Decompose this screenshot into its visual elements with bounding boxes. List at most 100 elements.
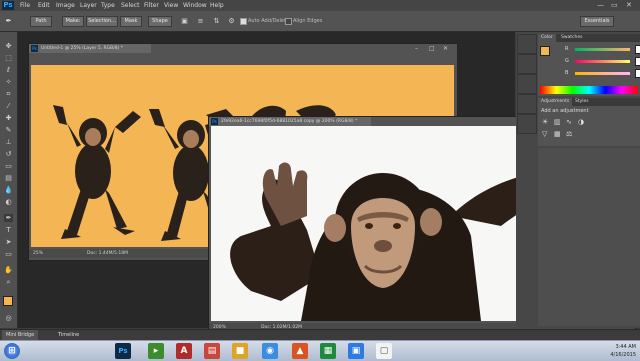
path-operations-icon[interactable]: ▣ [180,17,189,25]
color-spectrum-bar[interactable] [540,86,638,94]
r-slider[interactable] [575,48,630,51]
magic-wand-tool-icon[interactable]: ✧ [4,78,13,86]
layers-panel [538,148,640,326]
quick-mask-icon[interactable]: ◎ [4,314,13,322]
minimize-button[interactable]: — [597,0,604,11]
clone-stamp-tool-icon[interactable]: ⊥ [4,138,13,146]
path-selection-tool-icon[interactable]: ➤ [4,238,13,246]
make-button[interactable]: Make: [62,16,84,27]
doc1-maximize-icon[interactable]: □ [429,44,435,53]
eraser-tool-icon[interactable]: ▭ [4,162,13,170]
document-tab-untitled[interactable]: Ps Untitled-1 @ 25% (Layer 5, RGB/8) * [29,44,151,53]
taskbar-app-icon-6[interactable]: ▦ [320,343,336,359]
foreground-color-swatch[interactable] [3,296,13,306]
menu-bar: Ps File Edit Image Layer Type Select Fil… [0,0,640,11]
history-panel-icon[interactable] [517,34,537,54]
auto-add-delete-label: Auto Add/Delete [248,18,289,24]
document-title: 2fe92ea6-1cc7698f0f5d-6881025a8 copy @ 2… [221,119,358,124]
doc1-close-icon[interactable]: ✕ [443,44,448,53]
auto-add-delete-checkbox[interactable] [240,18,247,25]
maximize-button[interactable]: ▭ [611,0,618,11]
mode-dropdown[interactable]: Path [30,16,52,27]
brightness-icon[interactable]: ☀ [542,118,548,126]
r-value[interactable]: 255 [635,45,640,54]
taskbar-app-icon-7[interactable]: ▣ [348,343,364,359]
vibrance-icon[interactable]: ▽ [542,130,547,138]
type-tool-icon[interactable]: T [4,226,13,234]
menu-select[interactable]: Select [121,0,140,11]
paragraph-panel-icon[interactable] [517,94,537,114]
tab-adjustments[interactable]: Adjustments [538,98,573,106]
brush-panel-icon[interactable] [517,114,537,134]
menu-window[interactable]: Window [183,0,207,11]
taskbar-app-icon-5[interactable]: ▲ [292,343,308,359]
shape-button[interactable]: Shape [148,16,172,27]
taskbar-app-icon-1[interactable]: ▸ [148,343,164,359]
selection-button[interactable]: Selection... [86,16,118,27]
adjustments-panel-header: Adjustments Styles [538,98,640,106]
menu-edit[interactable]: Edit [38,0,50,11]
pen-tool-preset-icon[interactable]: ✒ [4,17,13,25]
dodge-tool-icon[interactable]: ◐ [4,198,13,206]
character-panel-icon[interactable] [517,74,537,94]
system-clock[interactable]: 3:44 AM 4/16/2015 [610,343,636,359]
menu-image[interactable]: Image [56,0,75,11]
mask-button[interactable]: Mask [120,16,142,27]
menu-help[interactable]: Help [210,0,224,11]
hand-tool-icon[interactable]: ✋ [4,266,13,274]
path-arrangement-icon[interactable]: ⇅ [212,17,221,25]
brush-tool-icon[interactable]: ✎ [4,126,13,134]
history-brush-tool-icon[interactable]: ↺ [4,150,13,158]
menu-layer[interactable]: Layer [80,0,97,11]
hue-saturation-icon[interactable]: ▦ [554,130,561,138]
tab-styles[interactable]: Styles [572,98,592,106]
panel-fg-swatch[interactable] [540,46,550,56]
marquee-tool-icon[interactable]: ⬚ [4,54,13,62]
document-tab-chimp[interactable]: Ps 2fe92ea6-1cc7698f0f5d-6881025a8 copy … [209,117,371,126]
document-title: Untitled-1 @ 25% (Layer 5, RGB/8) * [41,46,124,51]
taskbar-app-icon-8[interactable]: ▢ [376,343,392,359]
doc1-doc-size: Doc: 1.44M/5.18M [87,251,128,256]
lasso-tool-icon[interactable]: ℓ [4,66,13,74]
g-slider[interactable] [575,60,630,63]
doc1-zoom-level[interactable]: 25% [33,249,43,258]
path-alignment-icon[interactable]: ≡ [196,17,205,25]
shape-tool-icon[interactable]: ▭ [4,250,13,258]
move-tool-icon[interactable]: ✥ [4,42,13,50]
g-value[interactable]: 180 [635,57,640,66]
exposure-icon[interactable]: ◑ [578,118,584,126]
taskbar-app-icon-2[interactable]: A [176,343,192,359]
levels-icon[interactable]: ▥ [554,118,561,126]
properties-panel-icon[interactable] [517,54,537,74]
pen-tool-icon[interactable]: ✒ [4,214,13,222]
curves-icon[interactable]: ∿ [566,118,572,126]
gear-icon[interactable]: ⚙ [227,17,236,25]
tab-swatches[interactable]: Swatches [558,34,586,42]
taskbar-photoshop-icon[interactable]: Ps [115,343,131,359]
taskbar-app-icon-3[interactable]: ▤ [204,343,220,359]
close-app-button[interactable]: ✕ [626,0,632,11]
healing-brush-tool-icon[interactable]: ✚ [4,114,13,122]
zoom-tool-icon[interactable]: ⌕ [4,278,13,286]
color-balance-icon[interactable]: ⚖ [566,130,572,138]
blur-tool-icon[interactable]: 💧 [4,186,13,194]
g-label: G [565,58,569,64]
crop-tool-icon[interactable]: ⌗ [4,90,13,98]
align-edges-checkbox[interactable] [285,18,292,25]
taskbar-app-icon-4[interactable]: ■ [232,343,248,359]
menu-file[interactable]: File [20,0,30,11]
menu-type[interactable]: Type [101,0,115,11]
gradient-tool-icon[interactable]: ▤ [4,174,13,182]
ps-doc-icon: Ps [31,45,38,52]
workspace-dropdown[interactable]: Essentials [580,16,614,27]
menu-filter[interactable]: Filter [144,0,159,11]
b-value[interactable]: 101 [635,69,640,78]
taskbar-chrome-icon[interactable]: ◉ [262,343,278,359]
tab-color[interactable]: Color [538,34,556,42]
start-button[interactable]: ⊞ [4,343,20,359]
eyedropper-tool-icon[interactable]: ⁄ [4,102,13,110]
b-slider[interactable] [575,72,630,75]
doc1-minimize-icon[interactable]: – [415,44,418,53]
clock-time: 3:44 AM [615,344,636,350]
menu-view[interactable]: View [164,0,178,11]
